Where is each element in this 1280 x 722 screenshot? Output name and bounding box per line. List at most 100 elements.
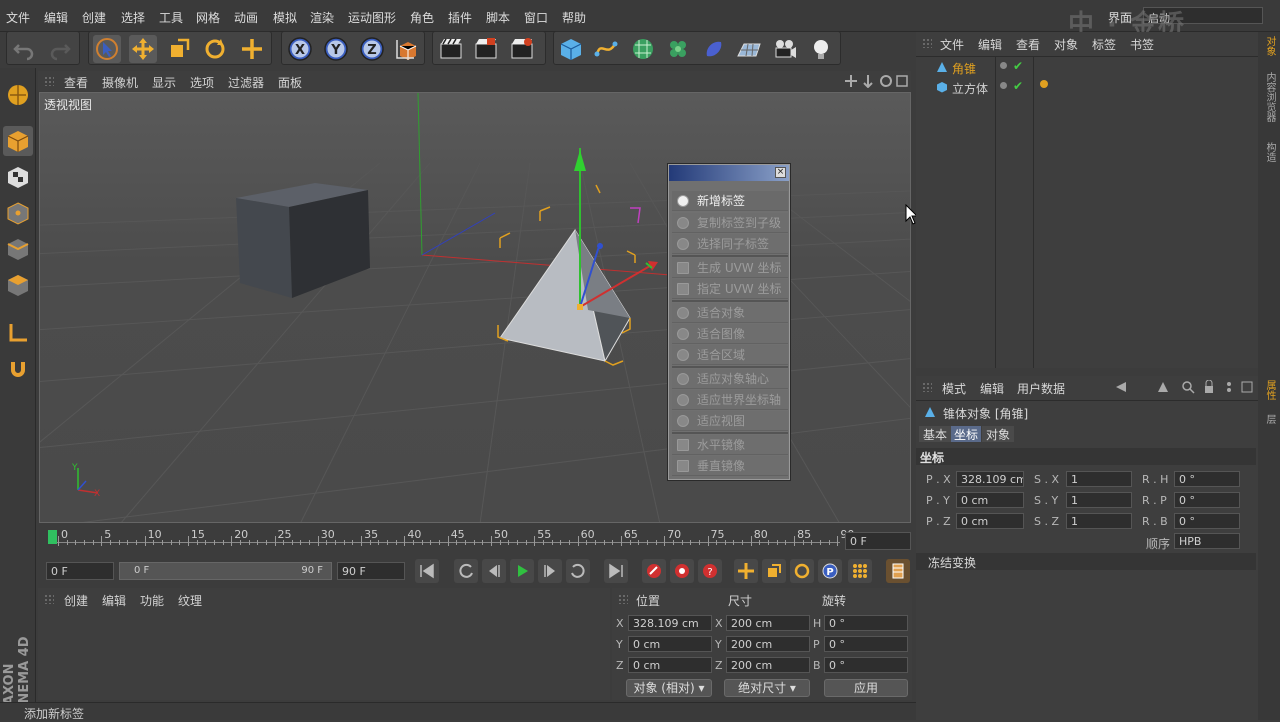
viewport-solo-icon[interactable] [3, 80, 33, 110]
cloner-icon[interactable] [664, 35, 692, 63]
menu-character[interactable]: 角色 [410, 9, 434, 26]
attr-rb-field[interactable]: 0 ° [1174, 513, 1240, 529]
material-menu-function[interactable]: 功能 [140, 592, 164, 609]
menu-window[interactable]: 窗口 [524, 9, 548, 26]
attr-sx-field[interactable]: 1 [1066, 471, 1132, 487]
coord-size-y-field[interactable]: 200 cm [726, 636, 810, 652]
attr-tab-coord[interactable]: 坐标 [951, 426, 981, 442]
menu-create[interactable]: 创建 [82, 9, 106, 26]
visibility-dot[interactable] [1000, 82, 1007, 89]
menu-animate[interactable]: 动画 [234, 9, 258, 26]
object-row-cube[interactable]: 立方体 ✔ [920, 78, 1256, 97]
subdivision-surface-icon[interactable] [629, 35, 657, 63]
goto-start-icon[interactable] [415, 559, 439, 583]
side-tab-objects[interactable]: 对象 [1261, 36, 1277, 56]
coord-mode-dropdown[interactable]: 对象 (相对) ▾ [626, 679, 712, 697]
next-frame-icon[interactable] [538, 559, 562, 583]
popup-close-button[interactable]: × [775, 167, 786, 178]
camera-icon[interactable] [771, 35, 799, 63]
key-position-icon[interactable] [734, 559, 758, 583]
axis-z-icon[interactable]: Z [358, 35, 386, 63]
viewport-menu-options[interactable]: 选项 [190, 74, 214, 91]
menu-mograph[interactable]: 运动图形 [348, 9, 396, 26]
autokey-icon[interactable] [670, 559, 694, 583]
axis-mode-icon[interactable] [3, 318, 33, 348]
material-tag-icon[interactable] [1040, 80, 1048, 88]
render-picture-viewer-icon[interactable] [472, 35, 500, 63]
viewport-nav-icons[interactable] [844, 74, 910, 88]
objmgr-menu-tags[interactable]: 标签 [1092, 36, 1116, 53]
attr-tab-object[interactable]: 对象 [982, 426, 1014, 442]
enabled-check-icon[interactable]: ✔ [1013, 79, 1023, 93]
axis-y-icon[interactable]: Y [322, 35, 350, 63]
timeline-playhead[interactable] [48, 530, 57, 544]
material-menu-texture[interactable]: 纹理 [178, 592, 202, 609]
timeline-ruler[interactable]: 051015202530354045505560657075808590 0 F [40, 528, 911, 554]
apply-button[interactable]: 应用 [824, 679, 908, 697]
panel-grip[interactable] [922, 382, 932, 392]
edges-mode-icon[interactable] [3, 234, 33, 264]
menu-plugins[interactable]: 插件 [448, 9, 472, 26]
viewport-menu-camera[interactable]: 摄像机 [102, 74, 138, 91]
model-mode-icon[interactable] [3, 126, 33, 156]
coord-size-x-field[interactable]: 200 cm [726, 615, 810, 631]
attr-tab-basic[interactable]: 基本 [919, 426, 951, 442]
menu-help[interactable]: 帮助 [562, 9, 586, 26]
render-settings-icon[interactable] [508, 35, 536, 63]
menu-script[interactable]: 脚本 [486, 9, 510, 26]
next-key-icon[interactable] [566, 559, 590, 583]
key-parameter-icon[interactable]: P [818, 559, 842, 583]
current-frame-field[interactable]: 0 F [845, 532, 911, 550]
viewport-menu-display[interactable]: 显示 [152, 74, 176, 91]
panel-grip[interactable] [44, 594, 54, 604]
attr-menu-userdata[interactable]: 用户数据 [1017, 380, 1065, 397]
prev-frame-icon[interactable] [482, 559, 506, 583]
attr-menu-mode[interactable]: 模式 [942, 380, 966, 397]
attr-menu-edit[interactable]: 编辑 [980, 380, 1004, 397]
deformer-icon[interactable] [700, 35, 728, 63]
menu-edit[interactable]: 编辑 [44, 9, 68, 26]
coord-rot-h-field[interactable]: 0 ° [824, 615, 908, 631]
material-menu-edit[interactable]: 编辑 [102, 592, 126, 609]
coord-system-icon[interactable] [393, 35, 421, 63]
objmgr-menu-view[interactable]: 查看 [1016, 36, 1040, 53]
live-select-icon[interactable] [238, 35, 266, 63]
coord-pos-y-field[interactable]: 0 cm [628, 636, 712, 652]
rotate-tool-icon[interactable] [201, 35, 229, 63]
viewport-menu-filter[interactable]: 过滤器 [228, 74, 264, 91]
axis-x-icon[interactable]: X [286, 35, 314, 63]
undo-icon[interactable] [10, 35, 38, 63]
objmgr-menu-objects[interactable]: 对象 [1054, 36, 1078, 53]
objmgr-menu-bookmarks[interactable]: 书签 [1130, 36, 1154, 53]
scale-tool-icon[interactable] [165, 35, 193, 63]
polygons-mode-icon[interactable] [3, 270, 33, 300]
coord-pos-z-field[interactable]: 0 cm [628, 657, 712, 673]
attr-px-field[interactable]: 328.109 cm [956, 471, 1024, 487]
prev-key-icon[interactable] [454, 559, 478, 583]
floor-environment-icon[interactable] [735, 35, 763, 63]
size-mode-dropdown[interactable]: 绝对尺寸 ▾ [724, 679, 810, 697]
freeze-section-header[interactable]: 冻结变换 [916, 553, 1256, 570]
select-tool-icon[interactable] [93, 35, 121, 63]
menu-select[interactable]: 选择 [121, 9, 145, 26]
play-icon[interactable] [510, 559, 534, 583]
object-row-pyramid[interactable]: 角锥 ✔ [920, 58, 1256, 77]
panel-grip[interactable] [618, 594, 628, 604]
side-tab-structure[interactable]: 构造 [1261, 142, 1277, 162]
render-view-icon[interactable] [437, 35, 465, 63]
coord-rot-b-field[interactable]: 0 ° [824, 657, 908, 673]
key-scale-icon[interactable] [762, 559, 786, 583]
points-mode-icon[interactable] [3, 198, 33, 228]
panel-grip[interactable] [44, 76, 54, 86]
menu-file[interactable]: 文件 [6, 9, 30, 26]
menu-simulate[interactable]: 模拟 [273, 9, 297, 26]
snap-magnet-icon[interactable] [3, 354, 33, 384]
side-tab-layers[interactable]: 层 [1261, 414, 1277, 424]
attr-rp-field[interactable]: 0 ° [1174, 492, 1240, 508]
light-icon[interactable] [807, 35, 835, 63]
visibility-dot[interactable] [1000, 62, 1007, 69]
end-frame-field[interactable]: 90 F [337, 562, 405, 580]
attr-py-field[interactable]: 0 cm [956, 492, 1024, 508]
timeline-toggle-icon[interactable] [886, 559, 910, 583]
coord-pos-x-field[interactable]: 328.109 cm [628, 615, 712, 631]
